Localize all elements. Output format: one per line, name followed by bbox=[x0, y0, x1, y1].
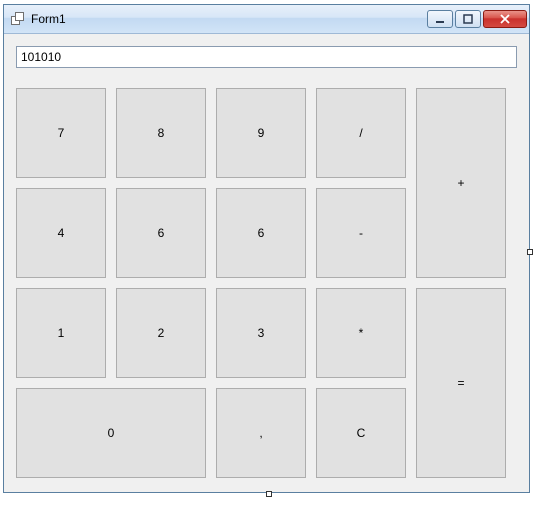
window-controls bbox=[427, 10, 527, 28]
digit-0-button[interactable]: 0 bbox=[16, 388, 206, 478]
maximize-button[interactable] bbox=[455, 10, 481, 28]
maximize-icon bbox=[463, 14, 473, 24]
app-icon bbox=[10, 11, 26, 27]
close-button[interactable] bbox=[483, 10, 527, 28]
digit-9-button[interactable]: 9 bbox=[216, 88, 306, 178]
close-icon bbox=[499, 14, 511, 24]
multiply-button[interactable]: * bbox=[316, 288, 406, 378]
minimize-icon bbox=[435, 14, 445, 24]
digit-4-button[interactable]: 4 bbox=[16, 188, 106, 278]
resize-handle-bottom[interactable] bbox=[266, 491, 272, 497]
minimize-button[interactable] bbox=[427, 10, 453, 28]
display-input[interactable] bbox=[16, 46, 517, 68]
digit-8-button[interactable]: 8 bbox=[116, 88, 206, 178]
titlebar[interactable]: Form1 bbox=[4, 5, 529, 34]
digit-6b-button[interactable]: 6 bbox=[216, 188, 306, 278]
digit-1-button[interactable]: 1 bbox=[16, 288, 106, 378]
minus-button[interactable]: - bbox=[316, 188, 406, 278]
clear-button[interactable]: C bbox=[316, 388, 406, 478]
window-title: Form1 bbox=[31, 12, 66, 26]
resize-handle-right[interactable] bbox=[527, 249, 533, 255]
client-area: 7 8 9 / + 4 6 6 - 1 2 3 * = 0 , C bbox=[4, 34, 529, 492]
decimal-button[interactable]: , bbox=[216, 388, 306, 478]
digit-2-button[interactable]: 2 bbox=[116, 288, 206, 378]
plus-button[interactable]: + bbox=[416, 88, 506, 278]
button-grid: 7 8 9 / + 4 6 6 - 1 2 3 * = 0 , C bbox=[16, 88, 517, 478]
digit-7-button[interactable]: 7 bbox=[16, 88, 106, 178]
digit-6a-button[interactable]: 6 bbox=[116, 188, 206, 278]
digit-3-button[interactable]: 3 bbox=[216, 288, 306, 378]
divide-button[interactable]: / bbox=[316, 88, 406, 178]
window-form1: Form1 7 8 9 bbox=[3, 4, 530, 493]
equals-button[interactable]: = bbox=[416, 288, 506, 478]
